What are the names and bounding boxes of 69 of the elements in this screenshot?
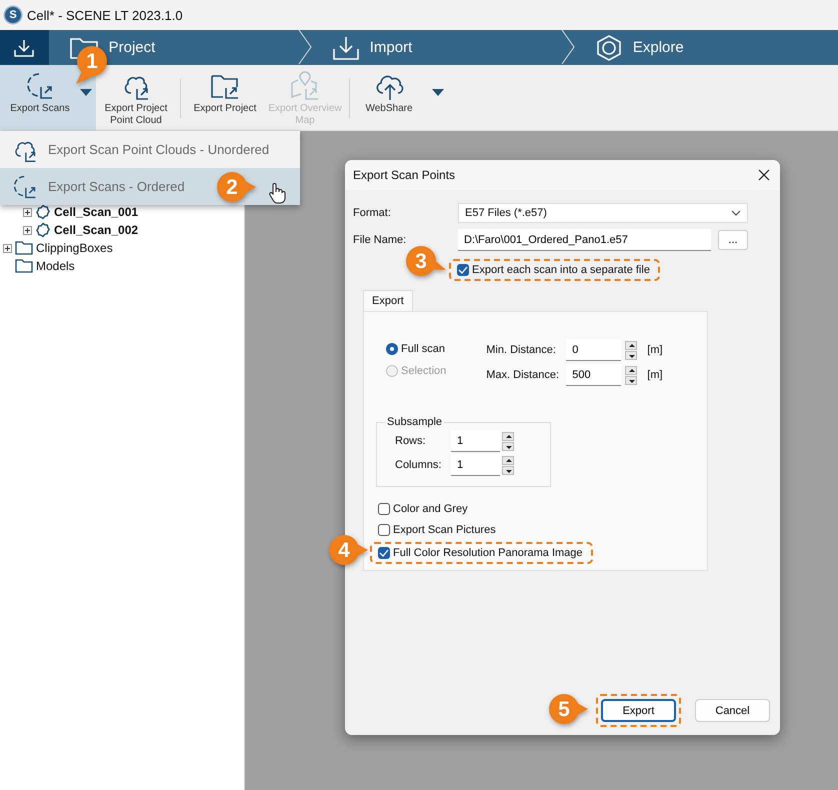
menu-item[interactable]: Export Scan Point Clouds - Unordered xyxy=(0,131,300,168)
file-name-field[interactable]: D:\Faro\001_Ordered_Pano1.e57 xyxy=(458,229,711,251)
subsample-label: Columns: xyxy=(395,459,442,471)
spinner-buttons[interactable] xyxy=(625,366,638,384)
file-name-label: File Name: xyxy=(353,234,408,246)
checkbox-label: Export Scan Pictures xyxy=(393,524,496,536)
spinner-buttons[interactable] xyxy=(625,340,638,360)
group-title: Subsample xyxy=(386,416,444,428)
checkbox-label: Full Color Resolution Panorama Image xyxy=(393,547,583,559)
checkbox[interactable] xyxy=(378,547,390,559)
tree-item[interactable]: Cell_Scan_001 xyxy=(54,205,138,219)
caret-icon[interactable] xyxy=(432,88,444,96)
toolbar-button[interactable]: WebShare xyxy=(354,65,424,130)
expand-icon[interactable] xyxy=(3,244,12,252)
distance-field[interactable]: 0 xyxy=(566,339,622,361)
tree-item[interactable]: Models xyxy=(36,259,75,273)
tree-item[interactable]: ClippingBoxes xyxy=(36,241,113,255)
radio-label: Full scan xyxy=(401,343,446,355)
workflow-step[interactable]: Explore xyxy=(632,39,684,56)
dialog-title: Export Scan Points xyxy=(353,168,456,182)
scan-export-icon xyxy=(25,71,55,101)
expand-icon[interactable] xyxy=(23,208,32,216)
spinner-buttons[interactable] xyxy=(502,432,514,450)
checkbox-label: Color and Grey xyxy=(393,503,468,515)
browse-button[interactable]: ... xyxy=(718,230,748,250)
format-dropdown[interactable]: E57 Files (*.e57) xyxy=(458,203,748,223)
format-label: Format: xyxy=(353,207,392,219)
workflow-step[interactable]: Import xyxy=(370,39,412,56)
checkbox[interactable] xyxy=(457,264,469,276)
unit-label: [m] xyxy=(647,369,663,381)
export-button[interactable]: Export xyxy=(601,699,676,722)
hexagon-icon xyxy=(594,34,623,62)
tab[interactable]: Export xyxy=(363,290,413,311)
folder-icon xyxy=(15,259,33,273)
download-icon xyxy=(13,38,36,58)
distance-label: Max. Distance: xyxy=(486,369,560,381)
scan-export-icon xyxy=(12,174,38,200)
checkbox[interactable] xyxy=(378,503,390,515)
radio-button[interactable] xyxy=(386,343,398,355)
chevron-down-icon xyxy=(731,210,741,216)
scan-icon xyxy=(35,222,51,238)
workflow-step[interactable]: Project xyxy=(108,39,156,56)
unit-label: [m] xyxy=(647,344,663,356)
window-title: Cell* - SCENE LT 2023.1.0 xyxy=(27,8,183,22)
distance-label: Min. Distance: xyxy=(486,344,557,356)
download-button[interactable] xyxy=(0,30,49,65)
subsample-label: Rows: xyxy=(395,435,427,447)
toolbar-button[interactable]: Export Project xyxy=(185,65,265,130)
distance-field[interactable]: 500 xyxy=(566,364,622,386)
hand-cursor-icon xyxy=(268,182,286,204)
subsample-field[interactable]: 1 xyxy=(451,454,500,476)
cancel-button[interactable]: Cancel xyxy=(695,699,770,722)
scan-icon xyxy=(35,204,51,220)
folder-icon xyxy=(15,241,33,255)
tree-item[interactable]: Cell_Scan_002 xyxy=(54,223,138,237)
close-icon[interactable] xyxy=(758,169,770,181)
radio-label: Selection xyxy=(401,365,446,377)
chevron-divider-icon xyxy=(298,30,312,64)
spinner-buttons[interactable] xyxy=(502,456,514,474)
app-logo: S xyxy=(5,7,21,23)
expand-icon[interactable] xyxy=(23,226,32,234)
import-icon xyxy=(332,34,360,60)
map-export-icon xyxy=(289,71,321,101)
checkbox[interactable] xyxy=(378,524,390,536)
caret-icon[interactable] xyxy=(80,88,92,96)
menu-item[interactable]: Export Scans - Ordered 2 xyxy=(0,168,300,205)
subsample-field[interactable]: 1 xyxy=(451,430,500,452)
checkbox-label: Export each scan into a separate file xyxy=(472,264,650,276)
chevron-divider-icon xyxy=(560,30,575,64)
